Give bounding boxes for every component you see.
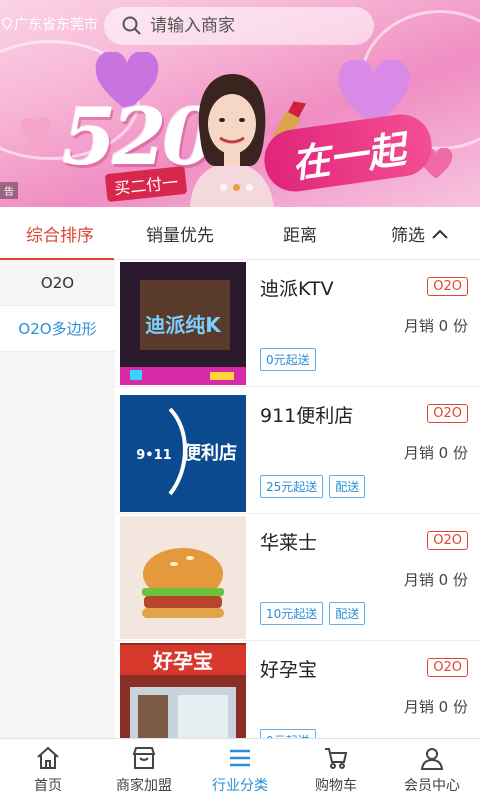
delivery-tag: 配送 xyxy=(329,475,366,498)
shop-thumbnail[interactable] xyxy=(120,516,246,639)
list-item[interactable]: 华莱士 O2O 月销 0 份 10元起送 配送 xyxy=(115,514,480,641)
sort-label: 距离 xyxy=(283,226,317,246)
nav-home[interactable]: 首页 xyxy=(0,739,96,800)
min-order-tag: 0元起送 xyxy=(260,348,316,371)
ad-label: 告 xyxy=(0,182,18,199)
promo-banner[interactable]: 520 买二付一 在一起 告 广东省东莞市 xyxy=(0,0,480,207)
cart-icon xyxy=(325,747,348,769)
shop-thumbnail-text: 好孕宝 xyxy=(152,649,213,673)
sort-bar: 综合排序 销量优先 距离 筛选 xyxy=(0,207,480,261)
store-icon xyxy=(132,746,156,769)
user-icon xyxy=(420,747,444,770)
nav-member-center[interactable]: 会员中心 xyxy=(384,739,480,800)
shop-monthly-sales: 月销 0 份 xyxy=(403,444,468,462)
min-order-tag: 10元起送 xyxy=(260,602,324,625)
min-order-tag: 25元起送 xyxy=(260,475,324,498)
delivery-tag: 配送 xyxy=(329,602,366,625)
carousel-indicator[interactable] xyxy=(220,184,253,191)
shop-list: 迪派纯K 迪派KTV O2O 月销 0 份 0元起送 9•11 便利店 911便… xyxy=(115,260,480,738)
nav-label: 首页 xyxy=(34,777,62,794)
carousel-dot-active[interactable] xyxy=(233,184,240,191)
home-icon xyxy=(37,746,59,769)
shop-name[interactable]: 迪派KTV xyxy=(260,274,334,301)
filter-button[interactable]: 筛选 xyxy=(360,207,480,260)
search-icon xyxy=(122,16,141,35)
category-item-o2o[interactable]: O2O xyxy=(0,260,115,306)
shop-thumbnail[interactable]: 好孕宝 xyxy=(120,643,246,738)
nav-merchant-join[interactable]: 商家加盟 xyxy=(96,739,192,800)
category-item-o2o-polygon[interactable]: O2O多边形 xyxy=(0,306,115,352)
carousel-dot[interactable] xyxy=(220,184,227,191)
min-order-tag: 0元起送 xyxy=(260,729,316,738)
shop-type-badge: O2O xyxy=(427,404,468,423)
shop-type-badge: O2O xyxy=(427,277,468,296)
nav-label: 商家加盟 xyxy=(116,777,172,794)
sort-label: 综合排序 xyxy=(26,226,94,246)
sort-label: 销量优先 xyxy=(146,226,214,246)
list-item[interactable]: 迪派纯K 迪派KTV O2O 月销 0 份 0元起送 xyxy=(115,260,480,387)
shop-type-badge: O2O xyxy=(427,658,468,677)
search-bar[interactable] xyxy=(104,7,374,45)
heart-icon xyxy=(20,117,52,146)
shop-thumbnail-text: 便利店 xyxy=(183,442,237,464)
shop-name[interactable]: 好孕宝 xyxy=(260,655,317,682)
nav-label: 会员中心 xyxy=(404,777,460,794)
list-item[interactable]: 9•11 便利店 911便利店 O2O 月销 0 份 25元起送 配送 xyxy=(115,387,480,514)
chevron-up-icon xyxy=(432,229,448,239)
search-input[interactable] xyxy=(150,16,350,36)
location-text: 广东省东莞市 xyxy=(14,17,98,33)
nav-categories[interactable]: 行业分类 xyxy=(192,739,288,800)
sort-by-sales[interactable]: 销量优先 xyxy=(120,207,240,260)
category-sidebar: O2O O2O多边形 xyxy=(0,260,115,738)
svg-text:9•11: 9•11 xyxy=(136,448,171,463)
shop-thumbnail-text: 迪派纯K xyxy=(145,313,222,337)
shop-monthly-sales: 月销 0 份 xyxy=(403,571,468,589)
sort-comprehensive[interactable]: 综合排序 xyxy=(0,207,120,261)
list-item[interactable]: 好孕宝 好孕宝 O2O 月销 0 份 0元起送 xyxy=(115,641,480,738)
nav-label: 购物车 xyxy=(315,777,357,794)
shop-name[interactable]: 911便利店 xyxy=(260,401,353,428)
shop-name[interactable]: 华莱士 xyxy=(260,528,317,555)
location-pin-icon xyxy=(2,17,12,31)
nav-cart[interactable]: 购物车 xyxy=(288,739,384,800)
sort-by-distance[interactable]: 距离 xyxy=(240,207,360,260)
menu-icon xyxy=(230,749,250,766)
shop-monthly-sales: 月销 0 份 xyxy=(403,317,468,335)
nav-label: 行业分类 xyxy=(212,777,268,794)
shop-monthly-sales: 月销 0 份 xyxy=(403,698,468,716)
shop-thumbnail[interactable]: 迪派纯K xyxy=(120,262,246,385)
carousel-dot[interactable] xyxy=(246,184,253,191)
shop-type-badge: O2O xyxy=(427,531,468,550)
shop-thumbnail[interactable]: 9•11 便利店 xyxy=(120,389,246,512)
location-selector[interactable]: 广东省东莞市 xyxy=(2,14,98,34)
sort-label: 筛选 xyxy=(391,226,425,246)
bottom-navigation: 首页 商家加盟 行业分类 购物车 会员中心 xyxy=(0,738,480,800)
